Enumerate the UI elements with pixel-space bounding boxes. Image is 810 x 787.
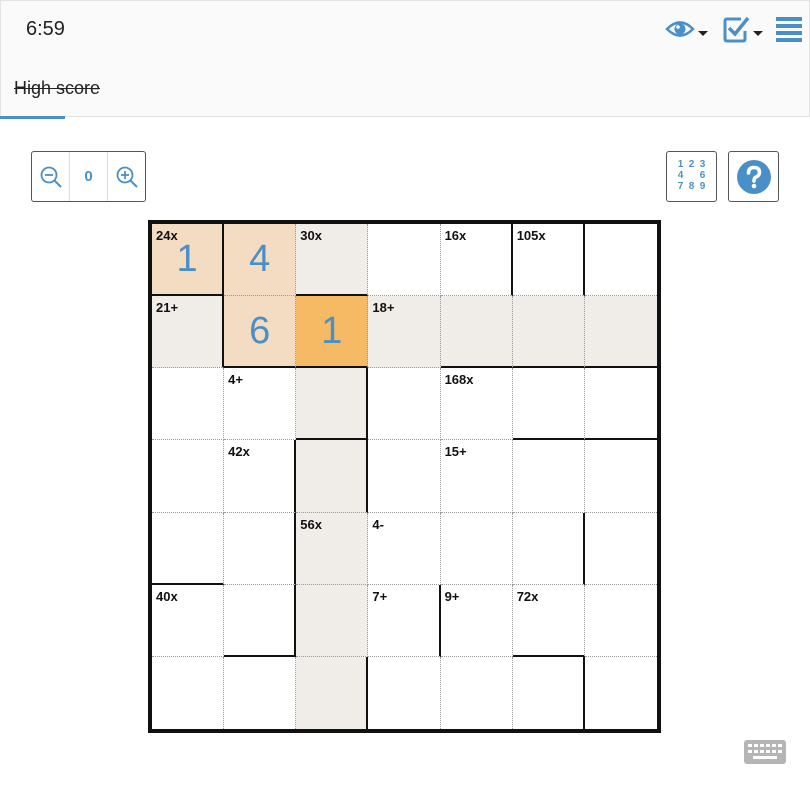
grid-cell[interactable]: 15+ xyxy=(440,440,513,513)
grid-cell[interactable] xyxy=(512,296,585,369)
grid-cell[interactable] xyxy=(152,656,225,729)
grid-cell[interactable]: 168x xyxy=(440,368,513,441)
pencil-digit: 2 xyxy=(688,159,695,170)
pencil-digit: 6 xyxy=(699,170,706,181)
grid-cell[interactable]: 4+ xyxy=(224,368,297,441)
question-icon xyxy=(736,159,771,194)
grid-cell[interactable]: 105x xyxy=(512,224,585,297)
tab-bar: High score xyxy=(0,59,810,117)
cell-value: 1 xyxy=(321,310,343,353)
cell-value: 1 xyxy=(176,238,198,280)
grid-cell[interactable] xyxy=(584,513,657,585)
cage-clue: 40x xyxy=(156,588,178,604)
grid-cell[interactable] xyxy=(152,440,225,513)
grid-cell[interactable]: 72x xyxy=(512,584,585,657)
check-icon[interactable] xyxy=(721,13,763,47)
zoom-out-icon xyxy=(40,166,62,188)
grid-cell[interactable] xyxy=(512,368,585,441)
tab-high-score[interactable]: High score xyxy=(14,78,100,99)
cage-clue: 168x xyxy=(444,372,474,388)
cage-clue: 18+ xyxy=(372,300,395,316)
grid-cell[interactable]: 9+ xyxy=(440,584,513,657)
zoom-in-icon xyxy=(116,166,138,188)
pencil-digit: 7 xyxy=(677,181,684,192)
grid-cell[interactable] xyxy=(584,296,657,369)
grid-cell[interactable] xyxy=(296,368,369,441)
pencil-digit: 9 xyxy=(699,181,706,192)
grid-cell[interactable]: 24x 1 xyxy=(152,224,225,297)
grid-cell[interactable] xyxy=(224,512,297,585)
grid-cell[interactable] xyxy=(513,656,585,729)
grid-cell[interactable] xyxy=(512,440,585,513)
grid-cell[interactable] xyxy=(224,584,297,657)
grid-cell[interactable]: 6 xyxy=(224,296,297,369)
cage-clue: 4- xyxy=(372,516,384,532)
grid-cell[interactable]: 21+ xyxy=(152,296,225,369)
menu-icon[interactable] xyxy=(775,13,805,47)
pencil-digit: 4 xyxy=(677,170,684,181)
puzzle-grid: 24x 1 4 30x 16x 105x 21+ 6 1 18+ 4+ 168x 42x 15+ 56x 4-… xyxy=(148,220,661,733)
grid-cell[interactable] xyxy=(296,656,369,729)
cell-value: 6 xyxy=(249,310,271,353)
zoom-in-button[interactable] xyxy=(108,152,145,201)
grid-cell[interactable] xyxy=(368,440,441,513)
cell-value: 4 xyxy=(249,238,271,280)
grid-cell[interactable] xyxy=(440,512,513,585)
grid-cell[interactable] xyxy=(584,585,657,657)
zoom-level: 0 xyxy=(69,152,108,201)
grid-cell[interactable] xyxy=(296,584,369,657)
zoom-out-button[interactable] xyxy=(32,152,69,201)
pencil-digit: 3 xyxy=(699,159,706,170)
top-bar: 6:59 xyxy=(0,0,810,60)
grid-cell[interactable] xyxy=(441,656,513,729)
grid-cell[interactable] xyxy=(368,656,441,729)
grid-cell[interactable] xyxy=(152,512,225,585)
grid-cell[interactable]: 18+ xyxy=(368,296,441,369)
pencil-digits: 1 2 3 4 6 7 8 9 xyxy=(675,159,709,192)
help-button[interactable] xyxy=(728,151,779,202)
grid-cell[interactable] xyxy=(512,512,585,585)
cage-clue: 30x xyxy=(300,228,322,243)
cage-clue: 15+ xyxy=(444,444,467,460)
grid-cell[interactable]: 30x xyxy=(296,224,369,297)
grid-cell[interactable]: 42x xyxy=(224,440,297,513)
chevron-down-icon xyxy=(698,31,708,36)
timer: 6:59 xyxy=(26,18,65,40)
grid-cell[interactable]: 4- xyxy=(368,512,441,585)
cage-clue: 4+ xyxy=(228,372,243,388)
pencil-digit: 1 xyxy=(677,159,684,170)
grid-cell[interactable] xyxy=(296,440,369,513)
grid-cell[interactable] xyxy=(224,656,297,729)
grid-cell[interactable]: 40x xyxy=(152,584,225,657)
zoom-control: 0 xyxy=(31,151,146,202)
grid-cell[interactable] xyxy=(440,296,513,369)
active-tab-indicator xyxy=(0,116,65,119)
pencil-digit: 8 xyxy=(688,181,695,192)
grid-cell[interactable] xyxy=(152,368,225,441)
grid-cell[interactable] xyxy=(368,368,441,441)
cage-clue: 7+ xyxy=(372,588,388,604)
grid-cell[interactable]: 4 xyxy=(224,224,297,297)
cage-clue: 56x xyxy=(300,516,322,532)
keyboard-icon[interactable] xyxy=(744,740,786,769)
grid-cell[interactable] xyxy=(368,224,441,297)
grid-cell[interactable] xyxy=(584,368,657,441)
grid-cell[interactable]: 16x xyxy=(440,224,513,297)
cage-clue: 21+ xyxy=(156,300,179,316)
cage-clue: 105x xyxy=(516,228,546,243)
pencil-marks-button[interactable]: 1 2 3 4 6 7 8 9 xyxy=(666,151,717,202)
grid-cell[interactable]: 56x xyxy=(296,512,369,585)
grid-cell[interactable]: 1 xyxy=(296,296,369,369)
chevron-down-icon xyxy=(753,31,763,36)
cage-clue: 9+ xyxy=(444,588,460,604)
cage-clue: 16x xyxy=(444,228,467,243)
grid-cell[interactable]: 7+ xyxy=(368,584,441,657)
grid-cell[interactable] xyxy=(584,440,657,513)
eye-icon[interactable] xyxy=(665,13,708,47)
grid-cell[interactable] xyxy=(584,224,657,297)
cage-clue: 72x xyxy=(516,588,539,604)
pencil-digit xyxy=(686,170,697,181)
cage-clue: 42x xyxy=(228,444,250,460)
grid-cell[interactable] xyxy=(585,657,657,729)
